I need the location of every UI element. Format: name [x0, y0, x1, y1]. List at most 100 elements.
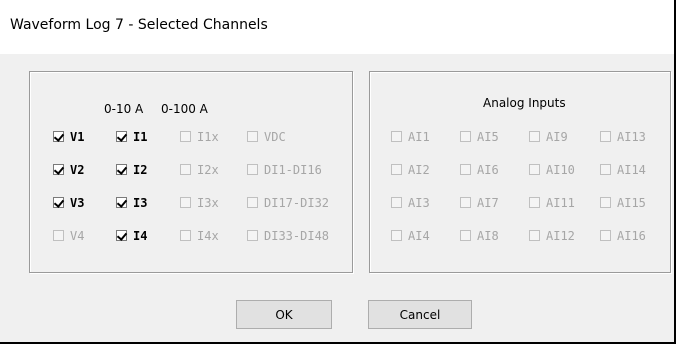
- checkbox-label: I3x: [197, 195, 219, 210]
- checkbox-box: [180, 131, 191, 142]
- header-0-100a: 0-100 A: [161, 102, 208, 116]
- checkbox-label: AI11: [546, 195, 575, 210]
- checkbox-label: AI9: [546, 129, 568, 144]
- checkbox-v3[interactable]: V3: [53, 195, 84, 210]
- checkbox-label: VDC: [264, 129, 286, 144]
- checkbox-ai2: AI2: [391, 162, 430, 177]
- checkbox-vdc: VDC: [247, 129, 286, 144]
- checkbox-box: [460, 131, 471, 142]
- checkbox-ai10: AI10: [529, 162, 575, 177]
- checkbox-ai6: AI6: [460, 162, 499, 177]
- checkbox-label: AI14: [617, 162, 646, 177]
- checkbox-box: [600, 230, 611, 241]
- checkbox-v1[interactable]: V1: [53, 129, 84, 144]
- checkbox-label: AI3: [408, 195, 430, 210]
- checkbox-box: [247, 131, 258, 142]
- checkbox-i1[interactable]: I1: [116, 129, 147, 144]
- checkbox-label: AI7: [477, 195, 499, 210]
- checkbox-label: V4: [70, 228, 85, 243]
- checkbox-ai13: AI13: [600, 129, 646, 144]
- checkbox-box: [247, 230, 258, 241]
- checkbox-box: [391, 131, 402, 142]
- checkbox-label: I4x: [197, 228, 219, 243]
- checkbox-di33-di48: DI33-DI48: [247, 228, 329, 243]
- checkbox-box[interactable]: [116, 197, 127, 208]
- checkbox-box: [529, 131, 540, 142]
- checkbox-ai11: AI11: [529, 195, 575, 210]
- cancel-button[interactable]: Cancel: [368, 300, 472, 329]
- checkbox-label: V3: [70, 195, 85, 210]
- checkbox-di17-di32: DI17-DI32: [247, 195, 329, 210]
- checkbox-box: [600, 164, 611, 175]
- checkbox-box: [600, 197, 611, 208]
- checkbox-label: AI8: [477, 228, 499, 243]
- checkbox-i3x: I3x: [180, 195, 219, 210]
- checkbox-box: [247, 197, 258, 208]
- checkbox-label: AI15: [617, 195, 646, 210]
- checkbox-label: V1: [70, 129, 85, 144]
- checkbox-box: [529, 197, 540, 208]
- checkbox-box: [247, 164, 258, 175]
- checkbox-ai3: AI3: [391, 195, 430, 210]
- checkbox-label: I2: [133, 162, 148, 177]
- title-bar: Waveform Log 7 - Selected Channels: [0, 0, 674, 54]
- checkbox-v2[interactable]: V2: [53, 162, 84, 177]
- window-title: Waveform Log 7 - Selected Channels: [10, 17, 268, 33]
- checkbox-label: AI5: [477, 129, 499, 144]
- checkbox-i1x: I1x: [180, 129, 219, 144]
- checkbox-label: AI4: [408, 228, 430, 243]
- checkbox-label: I2x: [197, 162, 219, 177]
- checkbox-i2x: I2x: [180, 162, 219, 177]
- checkbox-label: I1x: [197, 129, 219, 144]
- checkbox-box: [529, 230, 540, 241]
- checkbox-box: [460, 230, 471, 241]
- checkbox-box: [180, 230, 191, 241]
- checkbox-ai7: AI7: [460, 195, 499, 210]
- checkbox-box: [391, 164, 402, 175]
- checkbox-ai8: AI8: [460, 228, 499, 243]
- checkbox-label: AI13: [617, 129, 646, 144]
- checkbox-di1-di16: DI1-DI16: [247, 162, 322, 177]
- analog-inputs-header: Analog Inputs: [483, 96, 566, 110]
- checkbox-label: I1: [133, 129, 148, 144]
- checkbox-box[interactable]: [53, 164, 64, 175]
- header-0-10a: 0-10 A: [104, 102, 144, 116]
- checkbox-i3[interactable]: I3: [116, 195, 147, 210]
- checkbox-box: [391, 230, 402, 241]
- checkbox-box[interactable]: [53, 197, 64, 208]
- checkbox-ai15: AI15: [600, 195, 646, 210]
- checkbox-ai16: AI16: [600, 228, 646, 243]
- checkbox-label: AI16: [617, 228, 646, 243]
- dialog-window: Waveform Log 7 - Selected Channels 0-10 …: [0, 0, 676, 344]
- ok-button[interactable]: OK: [236, 300, 332, 329]
- checkbox-label: I4: [133, 228, 148, 243]
- checkbox-ai5: AI5: [460, 129, 499, 144]
- checkbox-label: DI33-DI48: [264, 228, 330, 243]
- checkbox-box: [180, 164, 191, 175]
- checkbox-v4: V4: [53, 228, 84, 243]
- checkbox-ai9: AI9: [529, 129, 568, 144]
- checkbox-label: AI2: [408, 162, 430, 177]
- checkbox-box: [391, 197, 402, 208]
- checkbox-label: AI6: [477, 162, 499, 177]
- checkbox-box[interactable]: [53, 131, 64, 142]
- checkbox-ai4: AI4: [391, 228, 430, 243]
- checkbox-box: [529, 164, 540, 175]
- checkbox-label: DI1-DI16: [264, 162, 322, 177]
- checkbox-i4x: I4x: [180, 228, 219, 243]
- checkbox-i4[interactable]: I4: [116, 228, 147, 243]
- checkbox-label: DI17-DI32: [264, 195, 330, 210]
- checkbox-label: I3: [133, 195, 148, 210]
- checkbox-box[interactable]: [116, 230, 127, 241]
- checkbox-box[interactable]: [116, 164, 127, 175]
- checkbox-box: [460, 197, 471, 208]
- checkbox-i2[interactable]: I2: [116, 162, 147, 177]
- checkbox-ai1: AI1: [391, 129, 430, 144]
- checkbox-label: V2: [70, 162, 85, 177]
- checkbox-box: [53, 230, 64, 241]
- checkbox-box: [180, 197, 191, 208]
- checkbox-box: [600, 131, 611, 142]
- checkbox-box[interactable]: [116, 131, 127, 142]
- checkbox-label: AI10: [546, 162, 575, 177]
- checkbox-ai14: AI14: [600, 162, 646, 177]
